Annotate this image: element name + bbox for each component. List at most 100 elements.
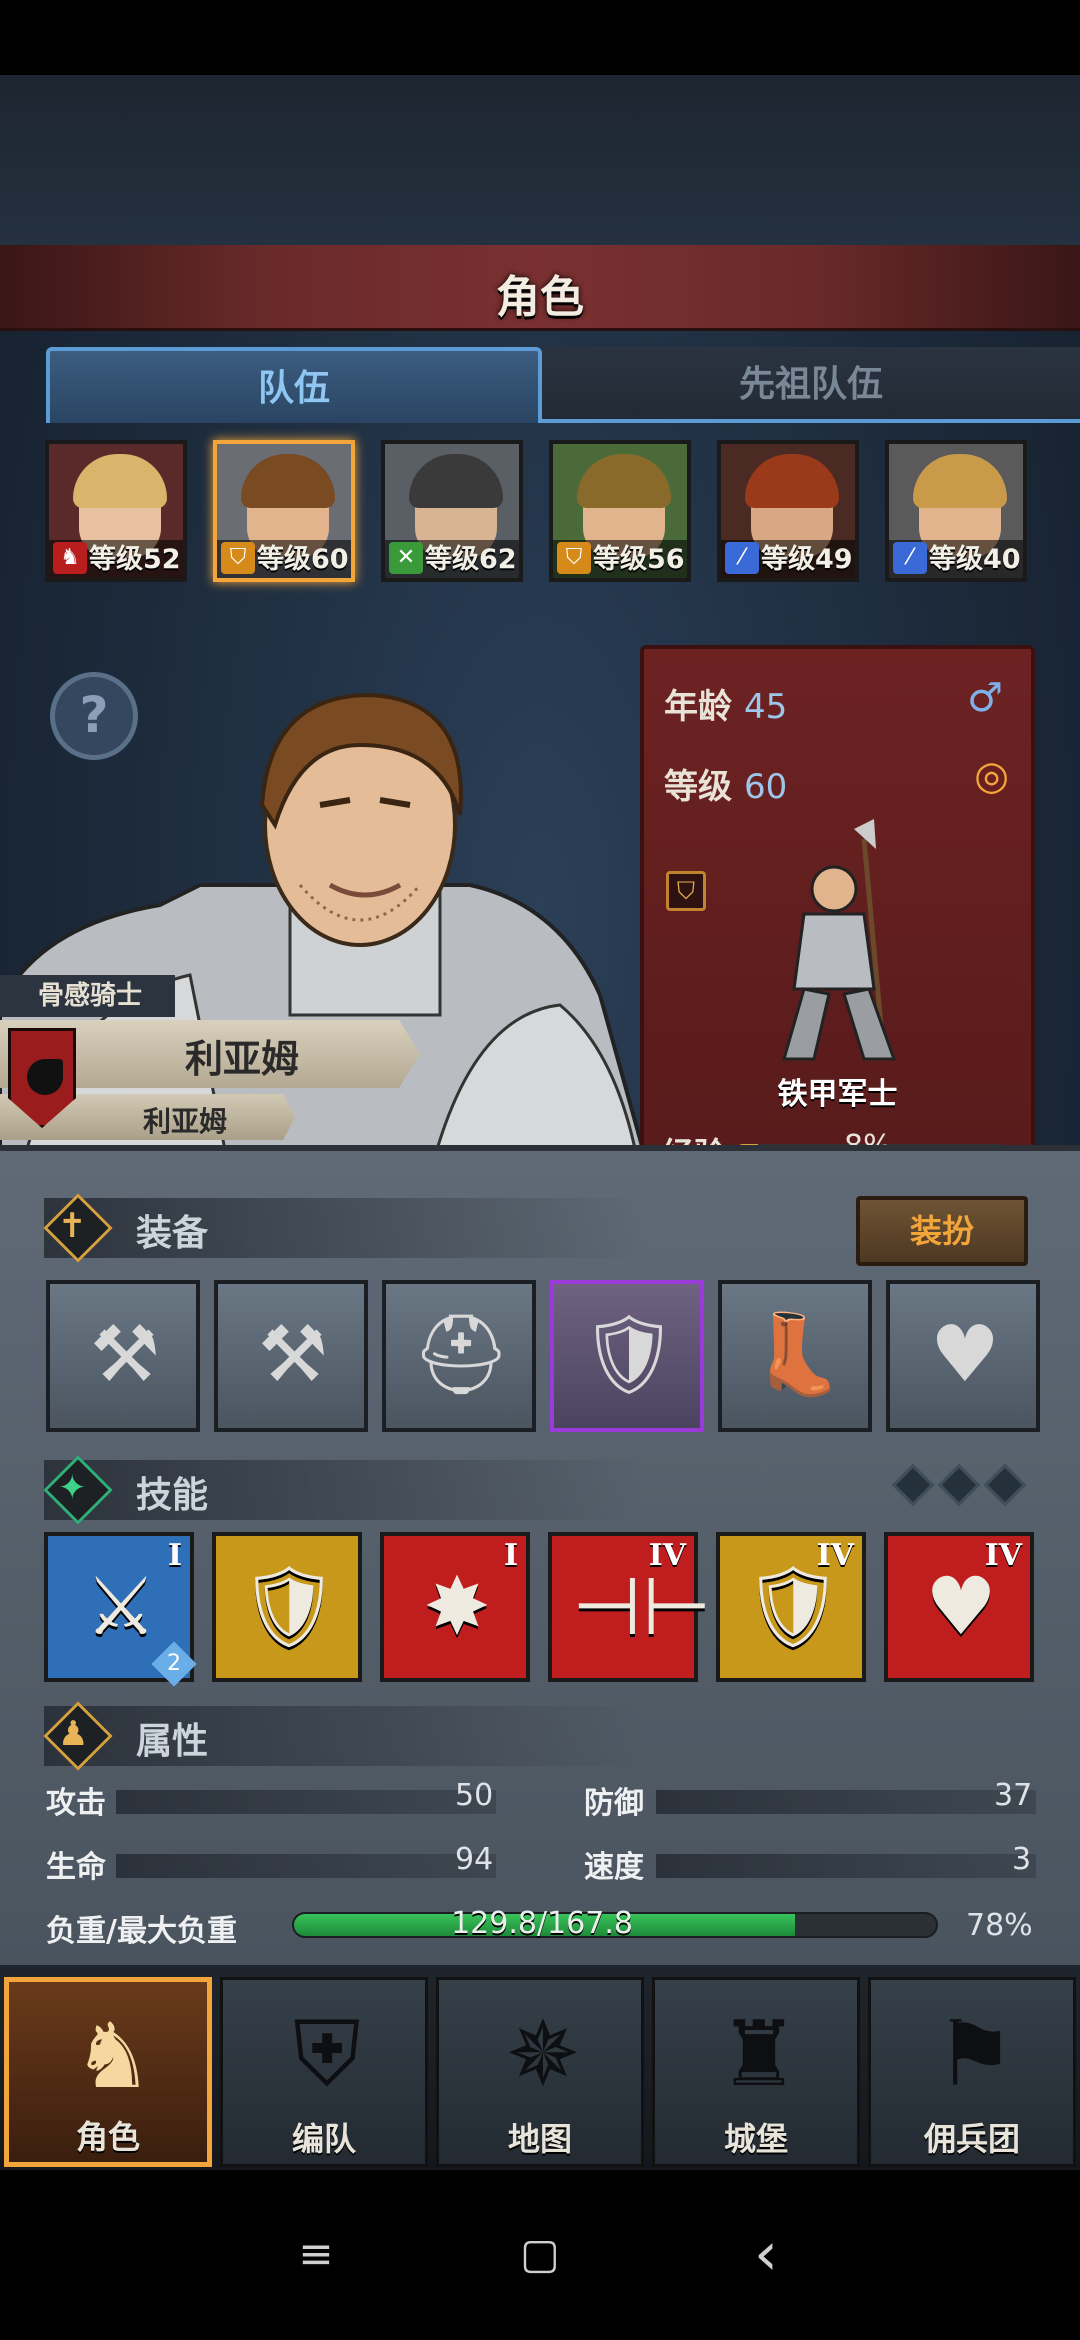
skill-slots: ⚔ I 2 🛡 ✸ I ⊣⊢ IV 🛡 IV ♥ IV — [44, 1532, 1044, 1687]
defense-value: 37 — [994, 1778, 1033, 1813]
skill-points-indicator — [891, 1463, 1036, 1507]
skills-header: ✦ 技能 — [43, 1455, 644, 1525]
equipment-slot[interactable]: ⛑ — [382, 1280, 536, 1432]
mace-icon: ⚒ — [258, 1310, 328, 1400]
equipment-slot[interactable]: 👢 — [718, 1280, 872, 1432]
recents-icon[interactable]: ≡ — [280, 2218, 352, 2290]
star-glyph: ✦ — [58, 1468, 87, 1508]
skill-slot[interactable]: ✸ I — [380, 1532, 530, 1682]
speed-label: 速度 — [584, 1850, 644, 1885]
attributes-header: ♟ 属性 — [43, 1701, 644, 1771]
hero-card[interactable]: ♞ 等级52 — [45, 440, 187, 582]
hero-card[interactable]: ⛉ 等级60 — [213, 440, 355, 582]
equipment-slot[interactable]: 🛡 — [550, 1280, 704, 1432]
defense-bar — [656, 1790, 1036, 1814]
home-icon[interactable]: ▢ — [504, 2218, 576, 2290]
hero-level: 等级40 — [929, 544, 1021, 575]
age-label: 年龄 — [664, 687, 732, 727]
character-info-panel: 年龄45 ♂ 等级60 ◎ ⛉ 铁甲军士 经验 8% — [640, 645, 1035, 1215]
hero-level: 等级49 — [761, 544, 853, 575]
amulet-icon: ♥ — [930, 1310, 1000, 1400]
skill-tier: I — [167, 1538, 182, 1573]
equipment-header: ✝ 装备 — [43, 1193, 644, 1263]
hero-card[interactable]: ⁄ 等级40 — [885, 440, 1027, 582]
nav-castle[interactable]: ♜ 城堡 — [652, 1977, 860, 2167]
skill-slot[interactable]: ⚔ I 2 — [44, 1532, 197, 1687]
armor-icon: 🛡 — [579, 1310, 679, 1400]
team-tabs: 队伍 先祖队伍 — [46, 347, 1080, 427]
sword-strike-icon: ⚔ — [85, 1560, 157, 1653]
dress-up-button[interactable]: 装扮 — [856, 1196, 1028, 1266]
hero-roster: ♞ 等级52 ⛉ 等级60 ✕ 等级62 ⛉ 等级56 ⁄ 等级49 ⁄ 等级40 — [45, 440, 1045, 586]
hero-level: 等级52 — [89, 544, 181, 575]
skill-tier: IV — [984, 1538, 1022, 1573]
horse-icon: ♞ — [53, 542, 87, 574]
tab-ancestor-team[interactable]: 先祖队伍 — [542, 347, 1080, 423]
burst-icon: ✸ — [423, 1560, 491, 1653]
skills-title: 技能 — [136, 1475, 209, 1516]
nav-helmet-squad[interactable]: ⛨ 编队 — [220, 1977, 428, 2167]
character-name: 利亚姆 — [185, 1037, 300, 1081]
hp-value: 94 — [455, 1842, 494, 1877]
hp-label: 生命 — [46, 1850, 106, 1885]
nav-compass[interactable]: ✵ 地图 — [436, 1977, 644, 2167]
equipment-slot[interactable]: ⚒ — [214, 1280, 368, 1432]
male-icon: ♂ — [967, 675, 1003, 721]
header-bar: 角色 — [0, 245, 1080, 331]
hero-level: 等级60 — [257, 544, 349, 575]
hero-hair — [913, 454, 1007, 508]
skill-tier: IV — [648, 1538, 686, 1573]
equipment-slots: ⚒ ⚒ ⛑ 🛡 👢 ♥ — [46, 1280, 1046, 1432]
helmet-squad-icon: ⛨ — [293, 2002, 361, 2107]
tab-team[interactable]: 队伍 — [46, 347, 542, 423]
hero-hair — [409, 454, 503, 508]
equipment-slot[interactable]: ⚒ — [46, 1280, 200, 1432]
skill-slot[interactable]: ⊣⊢ IV — [548, 1532, 711, 1682]
shield-icon: ⛉ — [221, 542, 255, 574]
load-value: 129.8/167.8 — [451, 1906, 633, 1941]
helmet-icon: ⛑ — [411, 1310, 511, 1400]
skill-tier: IV — [816, 1538, 854, 1573]
nav-knight[interactable]: ♞ 角色 — [4, 1977, 212, 2167]
status-bar — [0, 0, 1080, 75]
banner-icon: ⚑ — [934, 2002, 1016, 2107]
attack-bar — [116, 1790, 496, 1814]
sword-icon: ⁄ — [893, 542, 927, 574]
hero-card[interactable]: ✕ 等级62 — [381, 440, 523, 582]
attributes-title: 属性 — [136, 1721, 209, 1762]
level-value: 60 — [744, 767, 788, 807]
unit-class-name: 铁甲军士 — [777, 1077, 898, 1112]
skill-slot[interactable]: 🛡 IV — [716, 1532, 866, 1682]
class-shield-icon: ⛉ — [666, 871, 706, 911]
hero-hair — [241, 454, 335, 508]
hero-hair — [73, 454, 167, 508]
hero-card[interactable]: ⁄ 等级49 — [717, 440, 859, 582]
knight-icon: ♞ — [72, 2004, 154, 2109]
nav-banner[interactable]: ⚑ 佣兵团 — [868, 1977, 1076, 2167]
skill-slot[interactable]: ♥ IV — [884, 1532, 1034, 1682]
bottom-nav: ♞ 角色 ⛨ 编队 ✵ 地图 ♜ 城堡 ⚑ 佣兵团 — [0, 1965, 1080, 2170]
load-label: 负重/最大负重 — [46, 1914, 237, 1949]
attack-value: 50 — [455, 1778, 494, 1813]
hero-card[interactable]: ⛉ 等级56 — [549, 440, 691, 582]
speed-bar — [656, 1854, 1036, 1878]
cross-glyph: ✝ — [58, 1206, 87, 1246]
equipment-slot[interactable]: ♥ — [886, 1280, 1040, 1432]
age-row: 年龄 45 — [664, 679, 787, 728]
unit-figure — [782, 819, 897, 1061]
level-label: 等级 — [664, 767, 732, 807]
equipment-title: 装备 — [136, 1213, 209, 1254]
castle-icon: ♜ — [718, 2002, 800, 2107]
shield-icon: ⛉ — [557, 542, 591, 574]
character-subname: 利亚姆 — [143, 1105, 228, 1138]
system-nav-bar: ≡ ▢ ‹ — [0, 2170, 1080, 2340]
ring-icon[interactable]: ◎ — [974, 753, 1009, 799]
back-icon[interactable]: ‹ — [730, 2218, 802, 2290]
hero-level: 等级62 — [425, 544, 517, 575]
skill-slot[interactable]: 🛡 — [212, 1532, 362, 1682]
defense-label: 防御 — [584, 1786, 644, 1821]
page-title: 角色 — [496, 272, 584, 323]
nav-label: 角色 — [75, 2118, 140, 2156]
level-row: 等级 60 — [664, 759, 787, 808]
top-band — [0, 75, 1080, 245]
